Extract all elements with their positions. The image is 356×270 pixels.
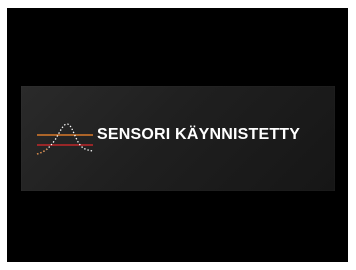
sensor-curve-tail xyxy=(36,148,48,155)
sensor-started-banner: SENSORI KÄYNNISTETTY xyxy=(21,86,335,191)
device-screen: SENSORI KÄYNNISTETTY xyxy=(7,8,348,262)
banner-message: SENSORI KÄYNNISTETTY xyxy=(97,126,301,143)
sensor-waveform-icon xyxy=(36,123,94,155)
sensor-curve xyxy=(36,123,94,155)
